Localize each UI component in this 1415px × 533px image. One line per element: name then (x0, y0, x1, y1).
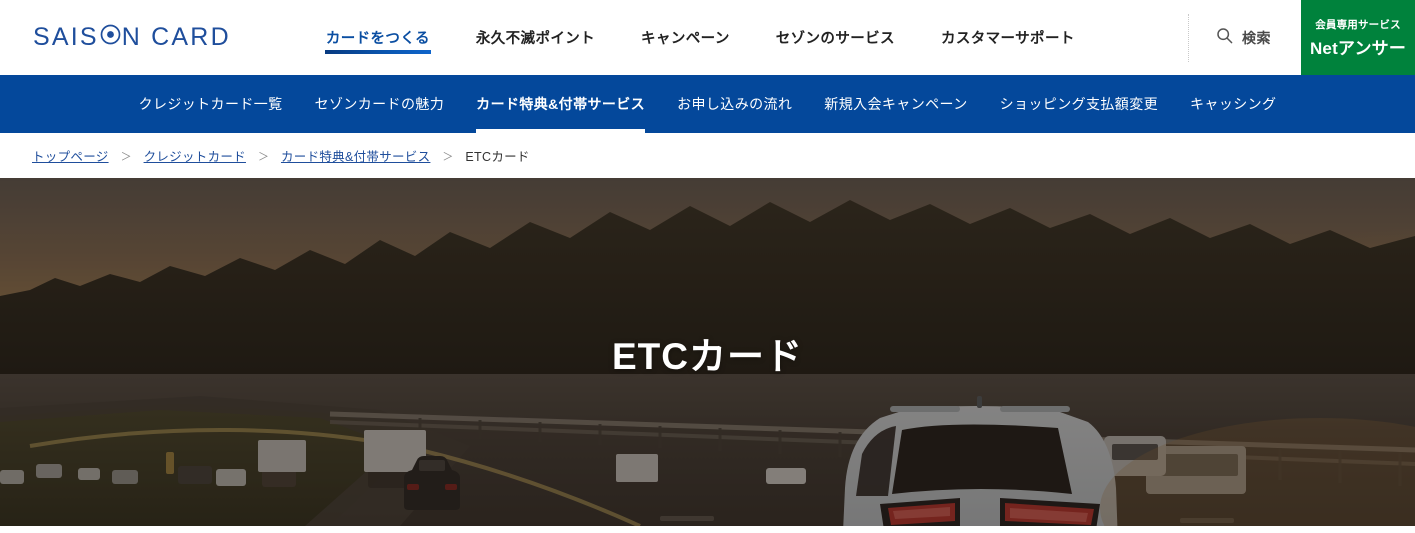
breadcrumb: トップページ ＞ クレジットカード ＞ カード特典&付帯サービス ＞ ETCカー… (0, 133, 1415, 178)
logo-text-right: N CARD (121, 23, 231, 51)
sub-navigation: クレジットカード一覧 セゾンカードの魅力 カード特典&付帯サービス お申し込みの… (0, 75, 1415, 133)
nav-item-eikyu-fumetsu-points[interactable]: 永久不滅ポイント (453, 0, 618, 75)
subnav-item-credit-card-list[interactable]: クレジットカード一覧 (123, 75, 299, 133)
nav-item-label: カスタマーサポート (940, 31, 1075, 47)
breadcrumb-item-current: ETCカード (465, 150, 530, 164)
subnav-item-label: カード特典&付帯サービス (476, 96, 646, 112)
search-label: 検索 (1242, 29, 1271, 46)
nav-item-saison-services[interactable]: セゾンのサービス (753, 0, 918, 75)
logo-text: SAIS N CARD (33, 23, 231, 52)
subnav-item-cashing[interactable]: キャッシング (1174, 75, 1292, 133)
subnav-item-label: キャッシング (1190, 96, 1277, 112)
breadcrumb-item-card-benefits[interactable]: カード特典&付帯サービス (281, 146, 430, 165)
nav-item-label: カードをつくる (325, 31, 430, 47)
breadcrumb-item-top[interactable]: トップページ (32, 146, 109, 165)
logo[interactable]: SAIS N CARD (0, 0, 251, 75)
subnav-item-shopping-payment-change[interactable]: ショッピング支払額変更 (984, 75, 1174, 133)
netanswer-button[interactable]: 会員専用サービス Netアンサー (1301, 0, 1415, 75)
page-title: ETCカード (612, 336, 803, 377)
breadcrumb-separator: ＞ (442, 150, 454, 163)
breadcrumb-item-credit-card[interactable]: クレジットカード (144, 146, 246, 165)
breadcrumb-separator: ＞ (120, 150, 132, 163)
subnav-item-card-benefits[interactable]: カード特典&付帯サービス (460, 75, 661, 133)
logo-text-left: SAIS (33, 23, 99, 51)
breadcrumb-separator: ＞ (257, 150, 269, 163)
subnav-item-saison-card-appeal[interactable]: セゾンカードの魅力 (299, 75, 461, 133)
hero-banner: ETCカード (0, 178, 1415, 526)
nav-item-customer-support[interactable]: カスタマーサポート (918, 0, 1098, 75)
main-navigation: カードをつくる 永久不滅ポイント キャンペーン セゾンのサービス カスタマーサポ… (251, 0, 1188, 75)
subnav-item-label: セゾンカードの魅力 (314, 96, 445, 112)
logo-eye-icon (100, 23, 121, 52)
nav-item-label: セゾンのサービス (775, 31, 895, 47)
netanswer-sublabel: 会員専用サービス (1315, 18, 1401, 31)
subnav-item-label: クレジットカード一覧 (138, 96, 283, 112)
nav-item-label: 永久不滅ポイント (475, 31, 596, 47)
site-header: SAIS N CARD カードをつくる 永久不滅ポイント キャンペーン セゾンの… (0, 0, 1415, 75)
subnav-item-new-member-campaign[interactable]: 新規入会キャンペーン (808, 75, 983, 133)
nav-item-label: キャンペーン (641, 31, 730, 47)
search-icon (1216, 27, 1233, 49)
subnav-item-label: お申し込みの流れ (677, 96, 793, 112)
nav-item-create-card[interactable]: カードをつくる (303, 0, 453, 75)
netanswer-label: Netアンサー (1309, 38, 1407, 58)
subnav-item-label: 新規入会キャンペーン (824, 96, 968, 112)
subnav-item-label: ショッピング支払額変更 (999, 96, 1159, 112)
subnav-item-application-flow[interactable]: お申し込みの流れ (661, 75, 808, 133)
nav-item-campaign[interactable]: キャンペーン (618, 0, 753, 75)
search-button[interactable]: 検索 (1189, 0, 1301, 75)
